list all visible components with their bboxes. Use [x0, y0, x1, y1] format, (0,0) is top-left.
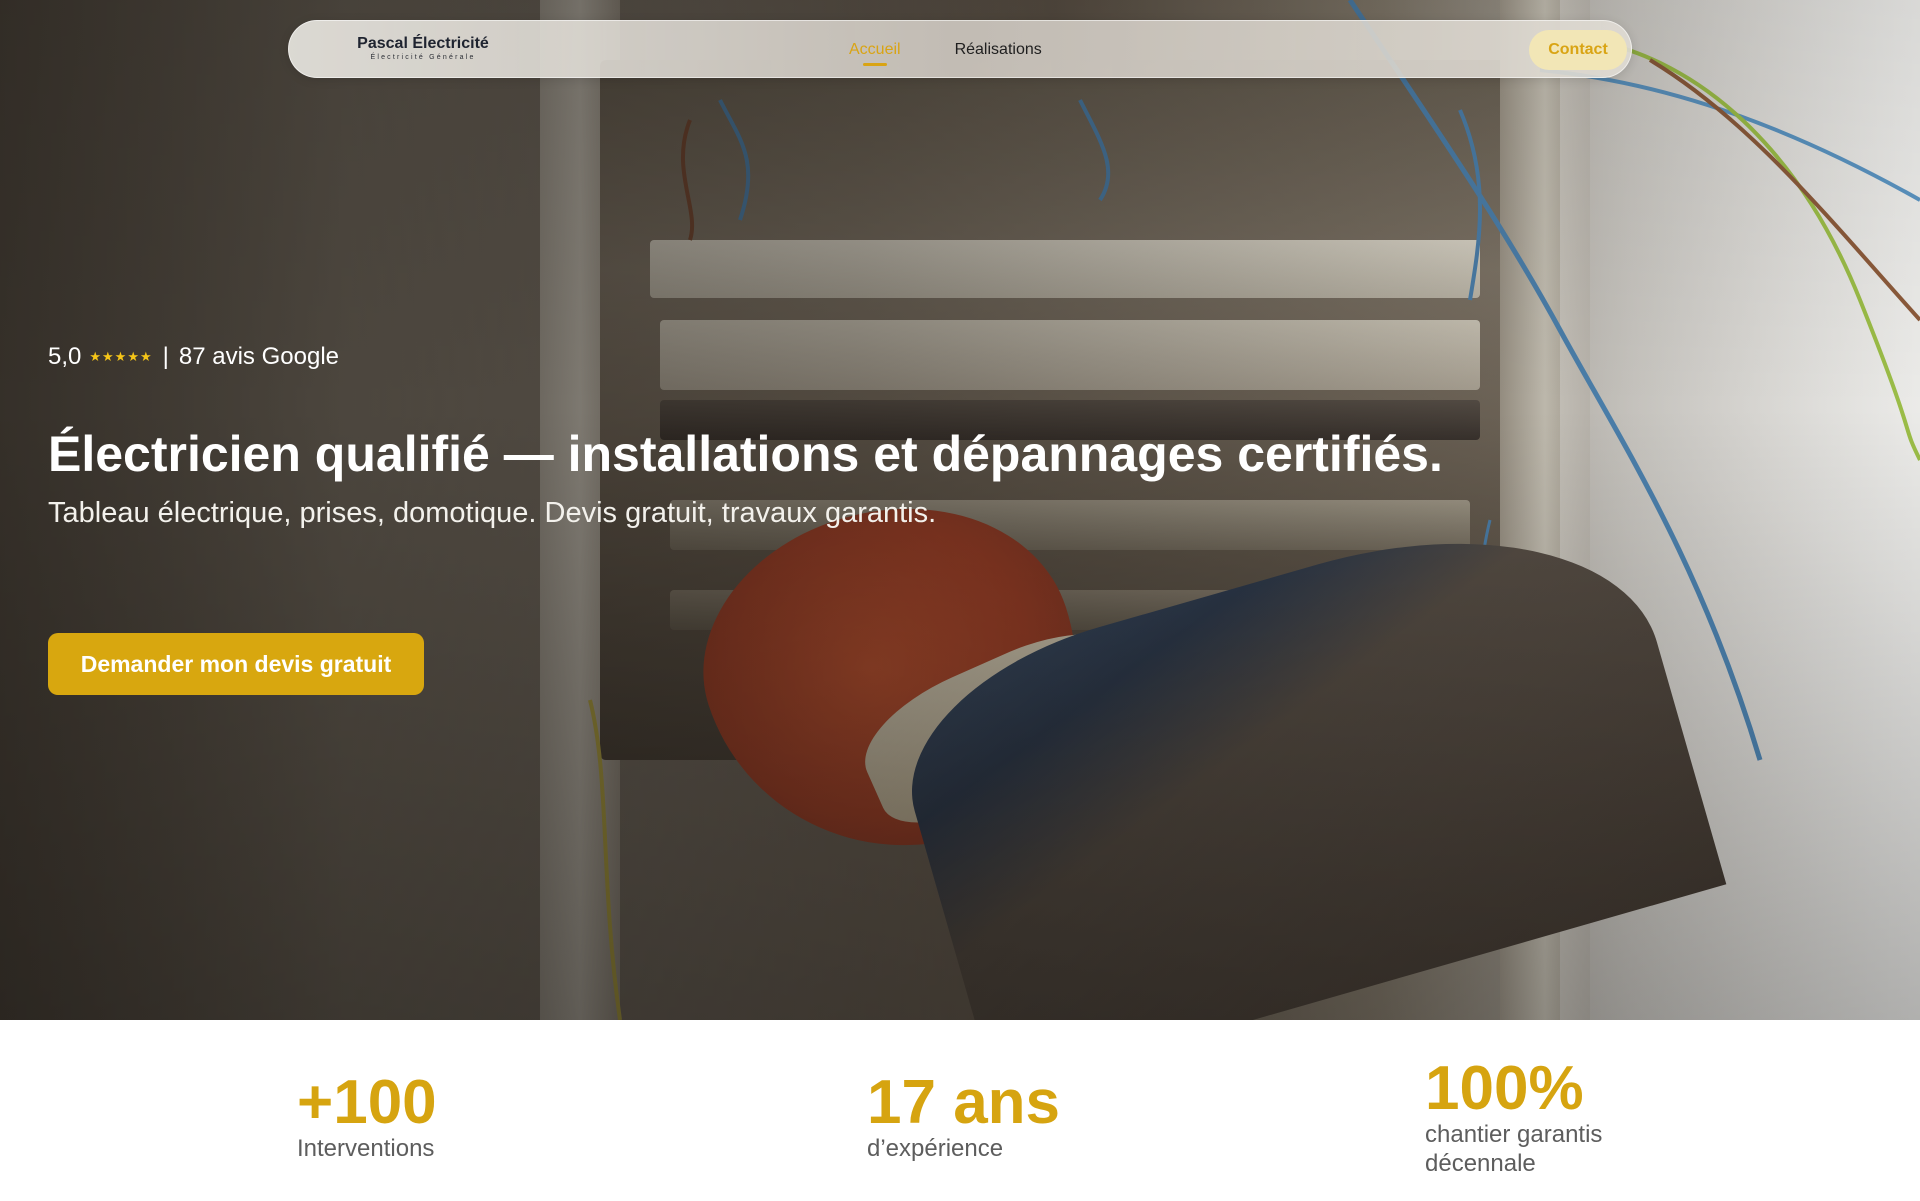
- rating-separator: |: [162, 343, 169, 370]
- quote-request-button[interactable]: Demander mon devis gratuit: [48, 633, 424, 695]
- stat-value: +100: [297, 1068, 437, 1137]
- stat-interventions: +100 Interventions: [297, 1072, 437, 1163]
- google-rating: 5,0 ★★★★★ | 87 avis Google: [48, 343, 339, 371]
- stat-guarantee: 100% chantier garantis décennale: [1425, 1058, 1685, 1178]
- nav-link-realisations[interactable]: Réalisations: [955, 41, 1042, 59]
- hero-section: Pascal Électricité Électricité Générale …: [0, 0, 1920, 1020]
- rating-review-count: 87 avis Google: [178, 343, 339, 370]
- stats-section: +100 Interventions 17 ans d’expérience 1…: [0, 1020, 1920, 1201]
- stat-value: 100%: [1425, 1054, 1584, 1123]
- top-navigation-bar: Pascal Électricité Électricité Générale …: [288, 20, 1632, 78]
- contact-button[interactable]: Contact: [1529, 30, 1627, 70]
- stat-value: 17 ans: [867, 1068, 1061, 1137]
- rating-score: 5,0: [48, 343, 82, 370]
- stat-label: chantier garantis décennale: [1425, 1121, 1603, 1177]
- brand-name: Pascal Électricité: [357, 35, 489, 52]
- nav-links: Accueil Réalisations: [849, 21, 1042, 79]
- hero-subheadline: Tableau électrique, prises, domotique. D…: [48, 497, 937, 529]
- brand-logo[interactable]: Pascal Électricité Électricité Générale: [353, 35, 493, 62]
- stat-experience: 17 ans d’expérience: [867, 1072, 1060, 1163]
- hero-headline: Électricien qualifié — installations et …: [48, 426, 1443, 482]
- nav-link-accueil[interactable]: Accueil: [849, 41, 901, 66]
- stat-label: d’expérience: [867, 1135, 1004, 1162]
- brand-tagline: Électricité Générale: [370, 54, 476, 61]
- star-icon: ★★★★★: [89, 349, 153, 364]
- stat-label: Interventions: [297, 1135, 435, 1162]
